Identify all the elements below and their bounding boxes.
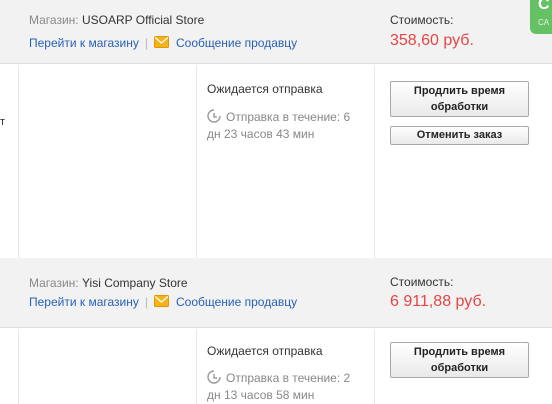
envelope-icon: [154, 295, 169, 307]
store-name: USOARP Official Store: [81, 13, 205, 27]
order-header-1: Магазин: USOARP Official Store Перейти к…: [0, 0, 552, 64]
cost-label: Стоимость:: [390, 13, 454, 27]
store-label: Магазин:: [29, 13, 79, 27]
order-header-2: Магазин: Yisi Company Store Перейти к ма…: [0, 258, 552, 328]
go-to-store-link[interactable]: Перейти к магазину: [29, 36, 139, 50]
ship-line-1: Отправка в течение: 6: [226, 110, 351, 124]
link-separator: |: [144, 36, 148, 50]
extend-processing-button[interactable]: Продлить время обработки: [390, 81, 529, 117]
column-divider: [18, 65, 19, 258]
ship-line-2: дн 23 часов 43 мин: [207, 127, 315, 141]
link-separator: |: [144, 295, 148, 309]
ship-line-1: Отправка в течение: 2: [226, 371, 351, 385]
clock-icon: [207, 109, 221, 123]
store-links: Перейти к магазину | Сообщение продавцу: [29, 295, 297, 309]
button-label-line-2: обработки: [430, 362, 489, 374]
envelope-icon: [154, 36, 169, 48]
store-links: Перейти к магазину | Сообщение продавцу: [29, 36, 297, 50]
order-status: Ожидается отправка: [207, 344, 323, 358]
cost-label: Стоимость:: [390, 275, 454, 289]
button-label-line-1: Продлить время: [413, 346, 506, 358]
shipping-countdown: Отправка в течение: 6 дн 23 часов 43 мин: [207, 108, 375, 143]
clock-icon: [207, 370, 221, 384]
store-line: Магазин: Yisi Company Store: [29, 276, 188, 290]
order-status: Ожидается отправка: [207, 82, 323, 96]
message-seller-link[interactable]: Сообщение продавцу: [176, 295, 297, 309]
shipping-countdown: Отправка в течение: 2 дн 13 часов 58 мин: [207, 369, 375, 404]
column-divider: [196, 329, 197, 404]
ship-line-2: дн 13 часов 58 мин: [207, 388, 315, 402]
cancel-order-button[interactable]: Отменить заказ: [390, 126, 529, 145]
badge-top-text: C: [538, 0, 550, 13]
column-divider: [196, 65, 197, 258]
badge-bottom-text: CA: [538, 18, 550, 27]
button-label-line-1: Продлить время: [413, 85, 506, 97]
store-line: Магазин: USOARP Official Store: [29, 13, 204, 27]
column-divider: [374, 65, 375, 258]
corner-badge: C CA: [530, 0, 552, 34]
message-seller-link[interactable]: Сообщение продавцу: [176, 36, 297, 50]
cost-value: 6 911,88 руб.: [390, 293, 487, 310]
button-label-line-2: обработки: [430, 101, 489, 113]
store-name: Yisi Company Store: [81, 276, 188, 290]
column-divider: [18, 329, 19, 404]
go-to-store-link[interactable]: Перейти к магазину: [29, 295, 139, 309]
cost-value: 358,60 руб.: [390, 32, 474, 49]
store-label: Магазин:: [29, 276, 79, 290]
extend-processing-button[interactable]: Продлить время обработки: [390, 342, 529, 378]
truncated-text: т: [0, 116, 6, 128]
